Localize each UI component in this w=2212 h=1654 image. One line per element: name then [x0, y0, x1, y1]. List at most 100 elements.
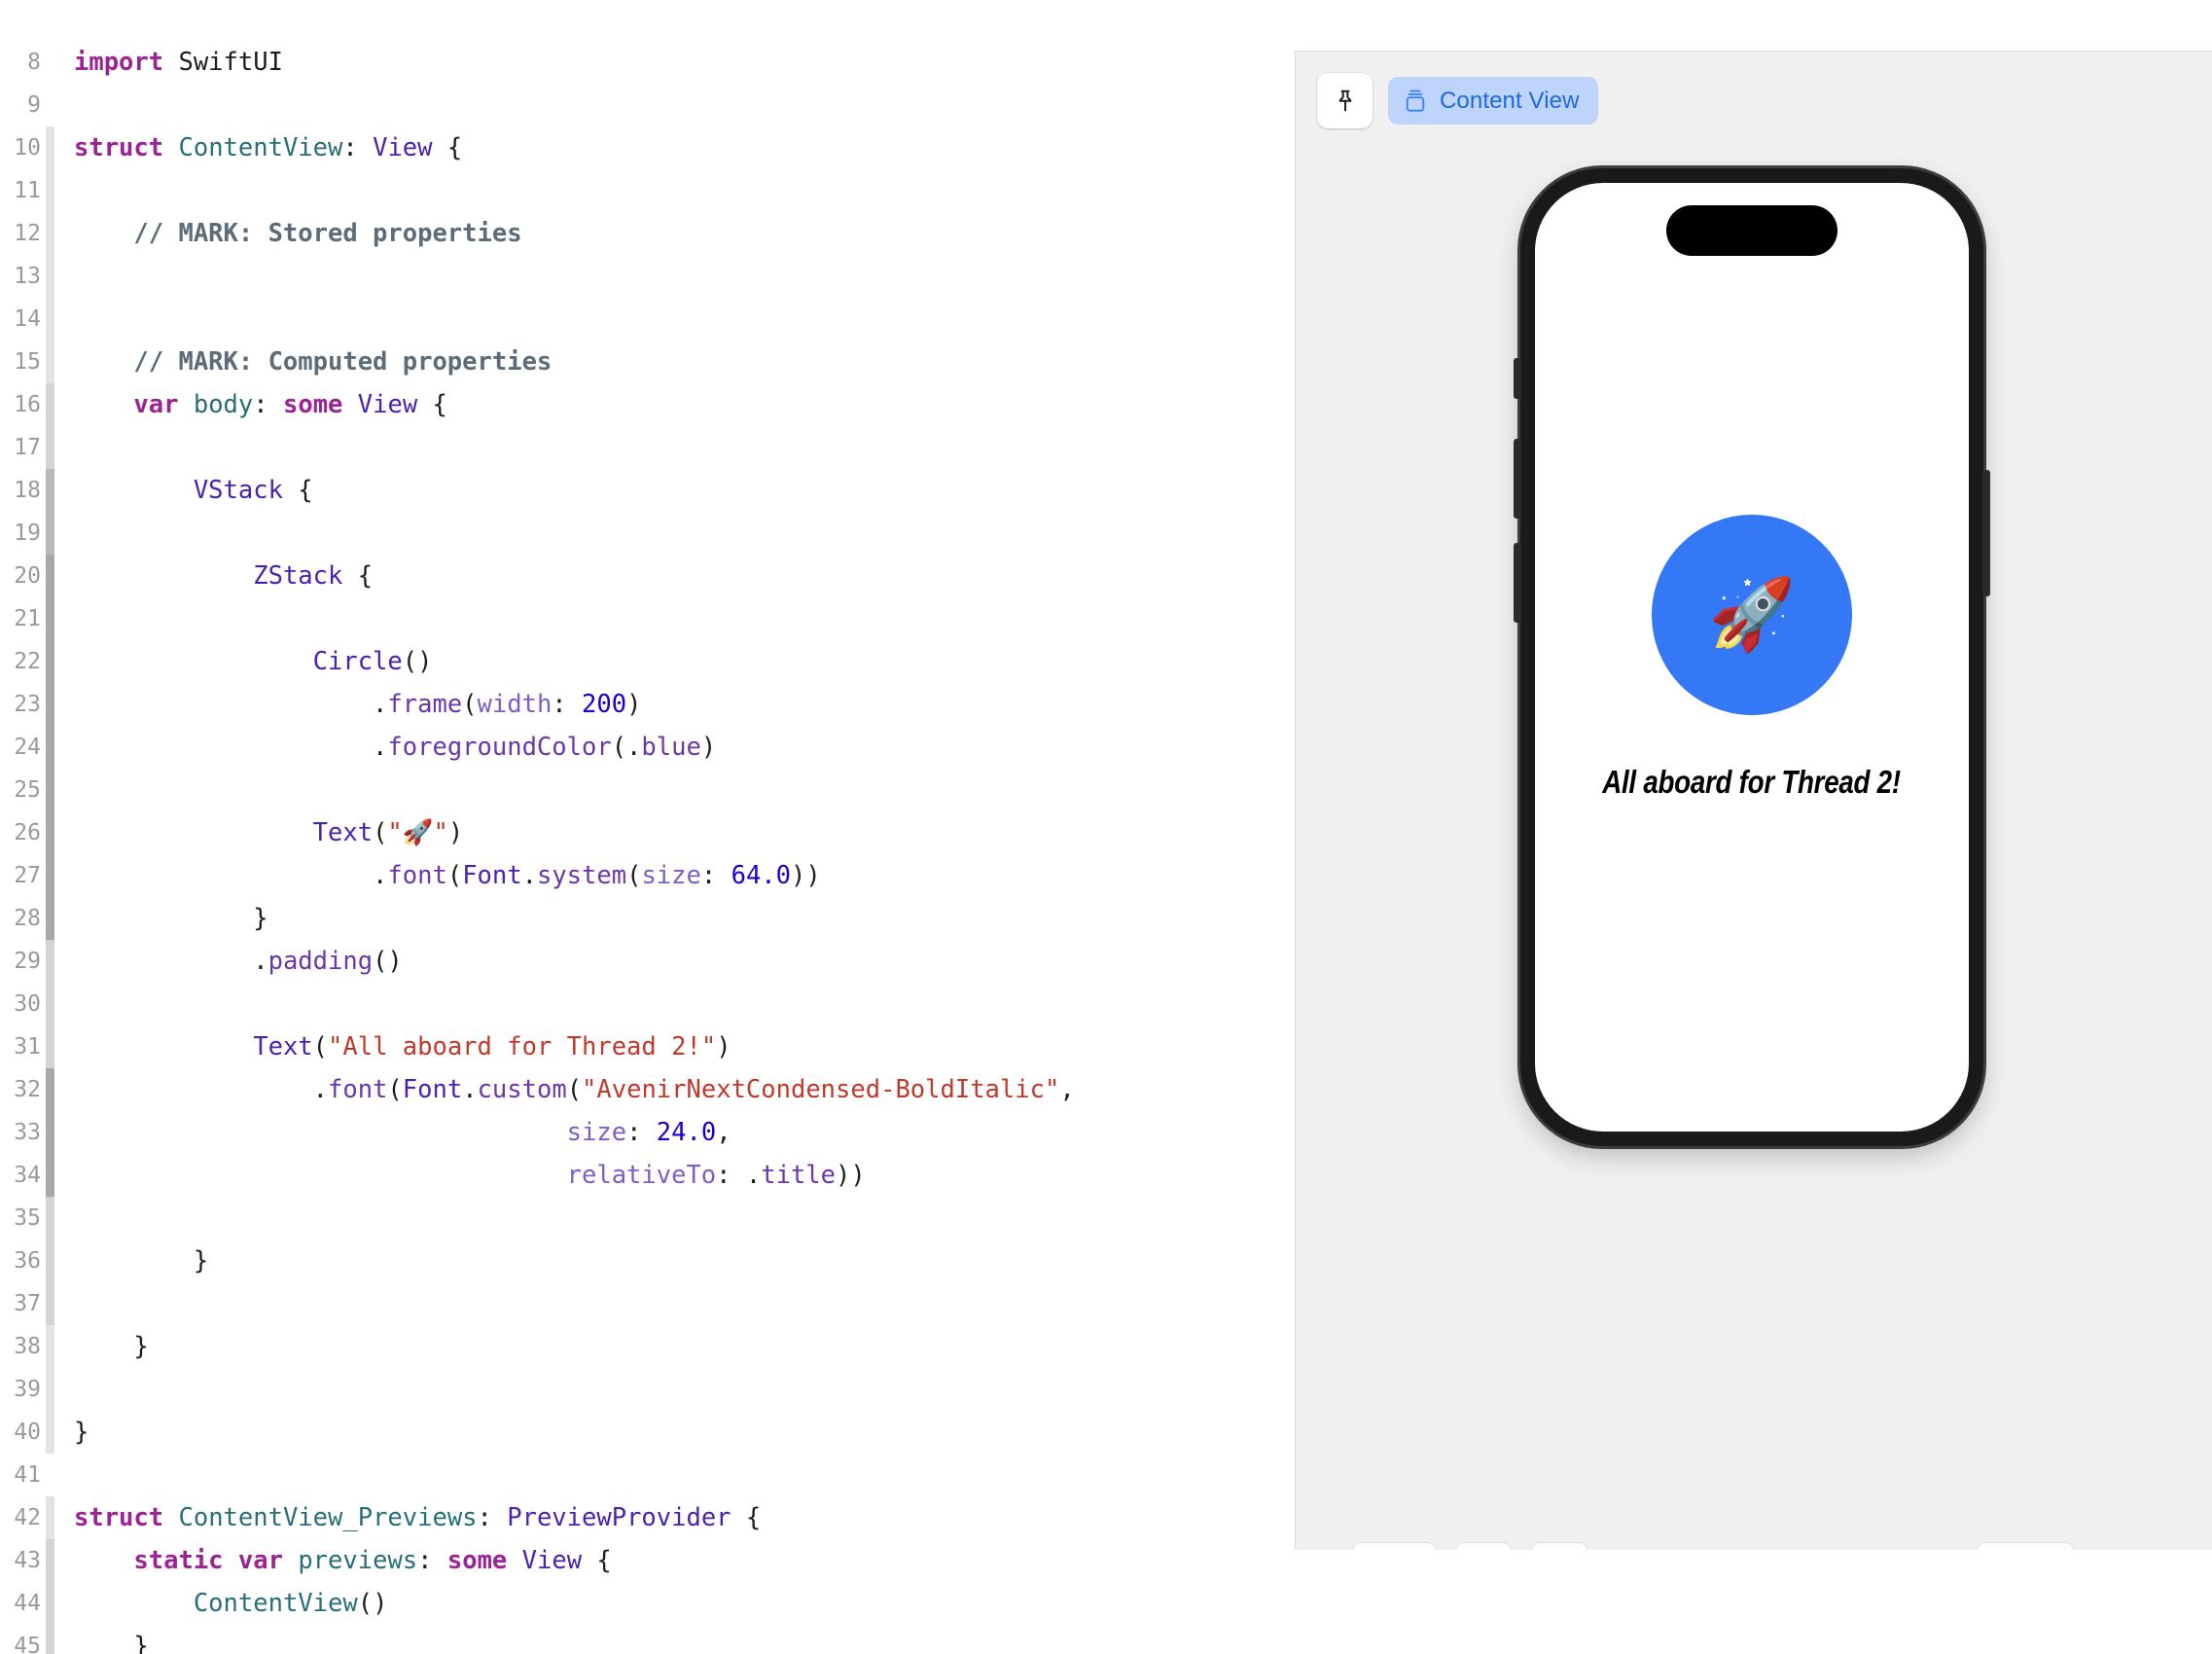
code-text[interactable]: }: [60, 1411, 1295, 1454]
code-line[interactable]: 35: [0, 1197, 1295, 1240]
code-line[interactable]: 26 Text("🚀"): [0, 811, 1295, 854]
preview-toolbar: Content View: [1317, 73, 1598, 128]
gutter-scope-bar: [41, 683, 60, 726]
code-text[interactable]: var body: some View {: [60, 383, 1295, 426]
pin-preview-button[interactable]: [1317, 73, 1373, 128]
code-text[interactable]: relativeTo: .title)): [60, 1154, 1295, 1197]
code-line[interactable]: 39: [0, 1368, 1295, 1411]
gutter-scope-bar: [41, 1539, 60, 1582]
code-text[interactable]: Circle(): [60, 640, 1295, 683]
line-number: 43: [14, 1548, 41, 1573]
code-line[interactable]: 18 VStack {: [0, 469, 1295, 512]
code-line[interactable]: 16 var body: some View {: [0, 383, 1295, 426]
line-number: 40: [14, 1420, 41, 1445]
code-text[interactable]: ContentView(): [60, 1582, 1295, 1625]
code-text[interactable]: // MARK: Computed properties: [60, 341, 1295, 383]
line-number: 15: [14, 349, 41, 375]
source-editor[interactable]: 8 import SwiftUI 9 10 struct ContentView: Vi…: [0, 0, 1295, 1654]
code-line[interactable]: 19: [0, 512, 1295, 555]
code-lines-container[interactable]: 8 import SwiftUI 9 10 struct ContentView: Vi…: [0, 0, 1295, 1654]
code-line[interactable]: 13: [0, 255, 1295, 298]
code-text[interactable]: ZStack {: [60, 555, 1295, 597]
code-line[interactable]: 23 .frame(width: 200): [0, 683, 1295, 726]
code-text[interactable]: Text("🚀"): [60, 811, 1295, 854]
line-number: 24: [14, 735, 41, 760]
code-line[interactable]: 24 .foregroundColor(.blue): [0, 726, 1295, 769]
code-line[interactable]: 38 }: [0, 1325, 1295, 1368]
code-text[interactable]: // MARK: Stored properties: [60, 212, 1295, 255]
code-line[interactable]: 22 Circle(): [0, 640, 1295, 683]
code-line[interactable]: 37: [0, 1282, 1295, 1325]
code-text[interactable]: Text("All aboard for Thread 2!"): [60, 1025, 1295, 1068]
gutter-scope-bar: [41, 41, 60, 84]
code-text[interactable]: .font(Font.custom("AvenirNextCondensed-B…: [60, 1068, 1295, 1111]
gutter-scope-bar: [41, 983, 60, 1025]
preview-control-stub-3[interactable]: [1531, 1542, 1588, 1550]
code-text[interactable]: struct ContentView: View {: [60, 126, 1295, 169]
code-line[interactable]: 43 static var previews: some View {: [0, 1539, 1295, 1582]
code-line[interactable]: 9: [0, 84, 1295, 126]
preview-control-stub-4[interactable]: [1977, 1542, 2074, 1550]
code-line[interactable]: 36 }: [0, 1240, 1295, 1282]
line-number: 26: [14, 820, 41, 845]
code-line[interactable]: 10 struct ContentView: View {: [0, 126, 1295, 169]
code-text[interactable]: .frame(width: 200): [60, 683, 1295, 726]
code-text[interactable]: import SwiftUI: [60, 41, 1295, 84]
code-text[interactable]: struct ContentView_Previews: PreviewProv…: [60, 1496, 1295, 1539]
code-line[interactable]: 31 Text("All aboard for Thread 2!"): [0, 1025, 1295, 1068]
line-number: 10: [14, 135, 41, 161]
gutter-scope-bar: [41, 426, 60, 469]
code-line[interactable]: 28 }: [0, 897, 1295, 940]
code-text[interactable]: VStack {: [60, 469, 1295, 512]
code-line[interactable]: 42 struct ContentView_Previews: PreviewPr…: [0, 1496, 1295, 1539]
code-line[interactable]: 40}: [0, 1411, 1295, 1454]
power-button: [1982, 470, 1990, 596]
code-text[interactable]: }: [60, 1625, 1295, 1654]
preview-pane: Content View 🚀 All aboard for Thread 2!: [1295, 0, 2212, 1654]
code-line[interactable]: 45 }: [0, 1625, 1295, 1654]
code-line[interactable]: 15 // MARK: Computed properties: [0, 341, 1295, 383]
code-text[interactable]: .foregroundColor(.blue): [60, 726, 1295, 769]
code-line[interactable]: 41: [0, 1454, 1295, 1496]
code-text[interactable]: }: [60, 1240, 1295, 1282]
code-line[interactable]: 14: [0, 298, 1295, 341]
line-number: 29: [14, 949, 41, 974]
code-line[interactable]: 21: [0, 597, 1295, 640]
line-number: 33: [14, 1120, 41, 1145]
code-line[interactable]: 44 ContentView(): [0, 1582, 1295, 1625]
code-line[interactable]: 34 relativeTo: .title)): [0, 1154, 1295, 1197]
preview-bottom-toolbar[interactable]: [1296, 1542, 2212, 1550]
code-line[interactable]: 11: [0, 169, 1295, 212]
preview-variant-label: Content View: [1440, 87, 1580, 114]
code-line[interactable]: 25: [0, 769, 1295, 811]
gutter-scope-bar: [41, 169, 60, 212]
code-line[interactable]: 17: [0, 426, 1295, 469]
code-text[interactable]: static var previews: some View {: [60, 1539, 1295, 1582]
preview-control-stub-1[interactable]: [1352, 1542, 1436, 1550]
code-line[interactable]: 27 .font(Font.system(size: 64.0)): [0, 854, 1295, 897]
gutter-scope-bar: [41, 726, 60, 769]
code-text[interactable]: }: [60, 897, 1295, 940]
code-text[interactable]: .font(Font.system(size: 64.0)): [60, 854, 1295, 897]
iphone-device[interactable]: 🚀 All aboard for Thread 2!: [1514, 168, 1990, 1146]
code-text[interactable]: .padding(): [60, 940, 1295, 983]
gutter-scope-bar: [41, 298, 60, 341]
preview-control-stub-2[interactable]: [1455, 1542, 1512, 1550]
code-text[interactable]: }: [60, 1325, 1295, 1368]
device-screen[interactable]: 🚀 All aboard for Thread 2!: [1535, 183, 1969, 1132]
gutter-scope-bar: [41, 1411, 60, 1454]
line-number: 39: [14, 1377, 41, 1402]
code-line[interactable]: 30: [0, 983, 1295, 1025]
code-line[interactable]: 33 size: 24.0,: [0, 1111, 1295, 1154]
line-number: 31: [14, 1034, 41, 1060]
gutter-scope-bar: [41, 854, 60, 897]
code-line[interactable]: 12 // MARK: Stored properties: [0, 212, 1295, 255]
code-line[interactable]: 20 ZStack {: [0, 555, 1295, 597]
preview-variant-chip[interactable]: Content View: [1388, 77, 1598, 125]
preview-canvas[interactable]: Content View 🚀 All aboard for Thread 2!: [1295, 51, 2212, 1550]
code-line[interactable]: 32 .font(Font.custom("AvenirNextCondense…: [0, 1068, 1295, 1111]
line-number: 22: [14, 649, 41, 674]
code-line[interactable]: 8 import SwiftUI: [0, 41, 1295, 84]
code-line[interactable]: 29 .padding(): [0, 940, 1295, 983]
code-text[interactable]: size: 24.0,: [60, 1111, 1295, 1154]
